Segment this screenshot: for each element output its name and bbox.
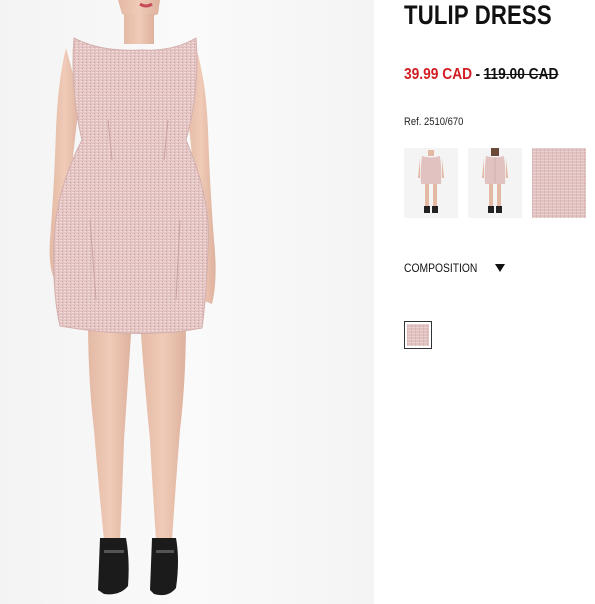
thumbnail-back[interactable]	[468, 148, 522, 218]
thumbnail-front-image	[404, 148, 458, 218]
product-reference: Ref. 2510/670	[404, 116, 464, 128]
triangle-down-icon	[495, 264, 506, 272]
swatch-fill	[407, 324, 429, 346]
price-separator: -	[475, 66, 481, 83]
composition-toggle[interactable]: COMPOSITION	[404, 261, 506, 275]
thumbnail-back-image	[468, 148, 522, 218]
thumbnail-front[interactable]	[404, 148, 458, 218]
price-block: 39.99 CAD -119.00 CAD	[404, 66, 559, 84]
thumbnail-fabric-detail[interactable]	[532, 148, 586, 218]
sale-price: 39.99 CAD	[404, 66, 473, 83]
model-illustration	[49, 0, 216, 596]
composition-label: COMPOSITION	[404, 261, 478, 275]
original-price: 119.00 CAD	[483, 66, 559, 83]
product-title: TULIP DRESS	[404, 0, 552, 30]
color-swatch-pink[interactable]	[404, 321, 432, 349]
main-product-image[interactable]	[0, 0, 374, 604]
